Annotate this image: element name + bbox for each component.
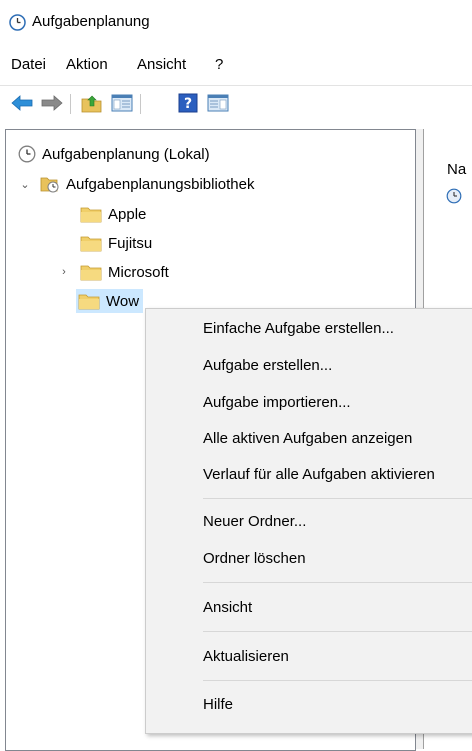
menu-separator (203, 631, 472, 632)
menu-item-delete-folder[interactable]: Ordner löschen (203, 550, 306, 567)
tree-node-label: Fujitsu (108, 234, 153, 252)
menu-separator (203, 498, 472, 499)
menu-item-help[interactable]: Hilfe (203, 696, 233, 713)
menu-separator (203, 680, 472, 681)
tree-node-library[interactable]: Aufgabenplanungsbibliothek (40, 172, 255, 196)
tree-node-label: Aufgabenplanung (Lokal) (42, 145, 210, 163)
task-library-icon (40, 177, 59, 193)
show-hide-console-tree-icon (111, 94, 133, 112)
help-icon: ? (178, 93, 198, 113)
menu-item-show-running-tasks[interactable]: Alle aktiven Aufgaben anzeigen (203, 430, 412, 447)
menu-item-create-basic-task[interactable]: Einfache Aufgabe erstellen... (203, 320, 394, 337)
toolbar-separator (70, 94, 71, 114)
menu-item-view[interactable]: Ansicht (203, 599, 252, 616)
clock-icon (18, 145, 36, 163)
tree-node-label: Apple (108, 205, 147, 223)
window-title: Aufgabenplanung (32, 13, 150, 30)
folder-icon (80, 265, 102, 281)
tree-node-folder-fujitsu[interactable]: Fujitsu (80, 231, 152, 255)
toolbar-separator (140, 94, 141, 114)
forward-arrow-icon (41, 95, 63, 111)
menu-item-refresh[interactable]: Aktualisieren (203, 648, 289, 665)
back-button[interactable] (10, 92, 34, 114)
folder-icon (80, 207, 102, 223)
help-button[interactable]: ? (176, 92, 200, 114)
column-header-name[interactable]: Na (447, 161, 466, 178)
tree-node-folder-wow[interactable]: Wow (76, 289, 144, 313)
menu-bar: Datei Aktion Ansicht ? (0, 50, 472, 78)
tree-node-root[interactable]: Aufgabenplanung (Lokal) (18, 142, 210, 166)
tree-node-label: Wow (106, 292, 140, 310)
folder-icon (80, 236, 102, 252)
toolbar: ? (0, 86, 472, 122)
menu-item-import-task[interactable]: Aufgabe importieren... (203, 394, 351, 411)
back-arrow-icon (11, 95, 33, 111)
context-menu: Einfache Aufgabe erstellen... Aufgabe er… (145, 308, 472, 734)
svg-text:?: ? (184, 96, 192, 112)
action-pane-button[interactable] (206, 92, 230, 114)
collapse-chevron-icon[interactable]: ⌄ (19, 178, 31, 191)
up-folder-button[interactable] (80, 92, 104, 114)
forward-button[interactable] (40, 92, 64, 114)
show-hide-action-pane-icon (207, 94, 229, 112)
menu-help[interactable]: ? (215, 56, 223, 73)
menu-item-enable-history[interactable]: Verlauf für alle Aufgaben aktivieren (203, 466, 435, 483)
title-bar: Aufgabenplanung (0, 0, 472, 44)
tree-node-folder-apple[interactable]: Apple (80, 202, 146, 226)
menu-separator (203, 582, 472, 583)
up-folder-icon (81, 95, 102, 113)
clock-icon (9, 14, 26, 31)
tree-node-label: Microsoft (108, 263, 169, 281)
task-icon (446, 188, 462, 204)
menu-view[interactable]: Ansicht (137, 56, 186, 73)
tree-node-label: Aufgabenplanungsbibliothek (66, 175, 255, 193)
menu-action[interactable]: Aktion (66, 56, 108, 73)
menu-file[interactable]: Datei (11, 56, 46, 73)
menu-item-create-task[interactable]: Aufgabe erstellen... (203, 357, 332, 374)
expand-chevron-icon[interactable]: › (58, 266, 70, 278)
tree-node-folder-microsoft[interactable]: Microsoft (80, 260, 169, 284)
console-tree-button[interactable] (110, 92, 134, 114)
folder-icon (78, 294, 100, 310)
menu-item-new-folder[interactable]: Neuer Ordner... (203, 513, 306, 530)
